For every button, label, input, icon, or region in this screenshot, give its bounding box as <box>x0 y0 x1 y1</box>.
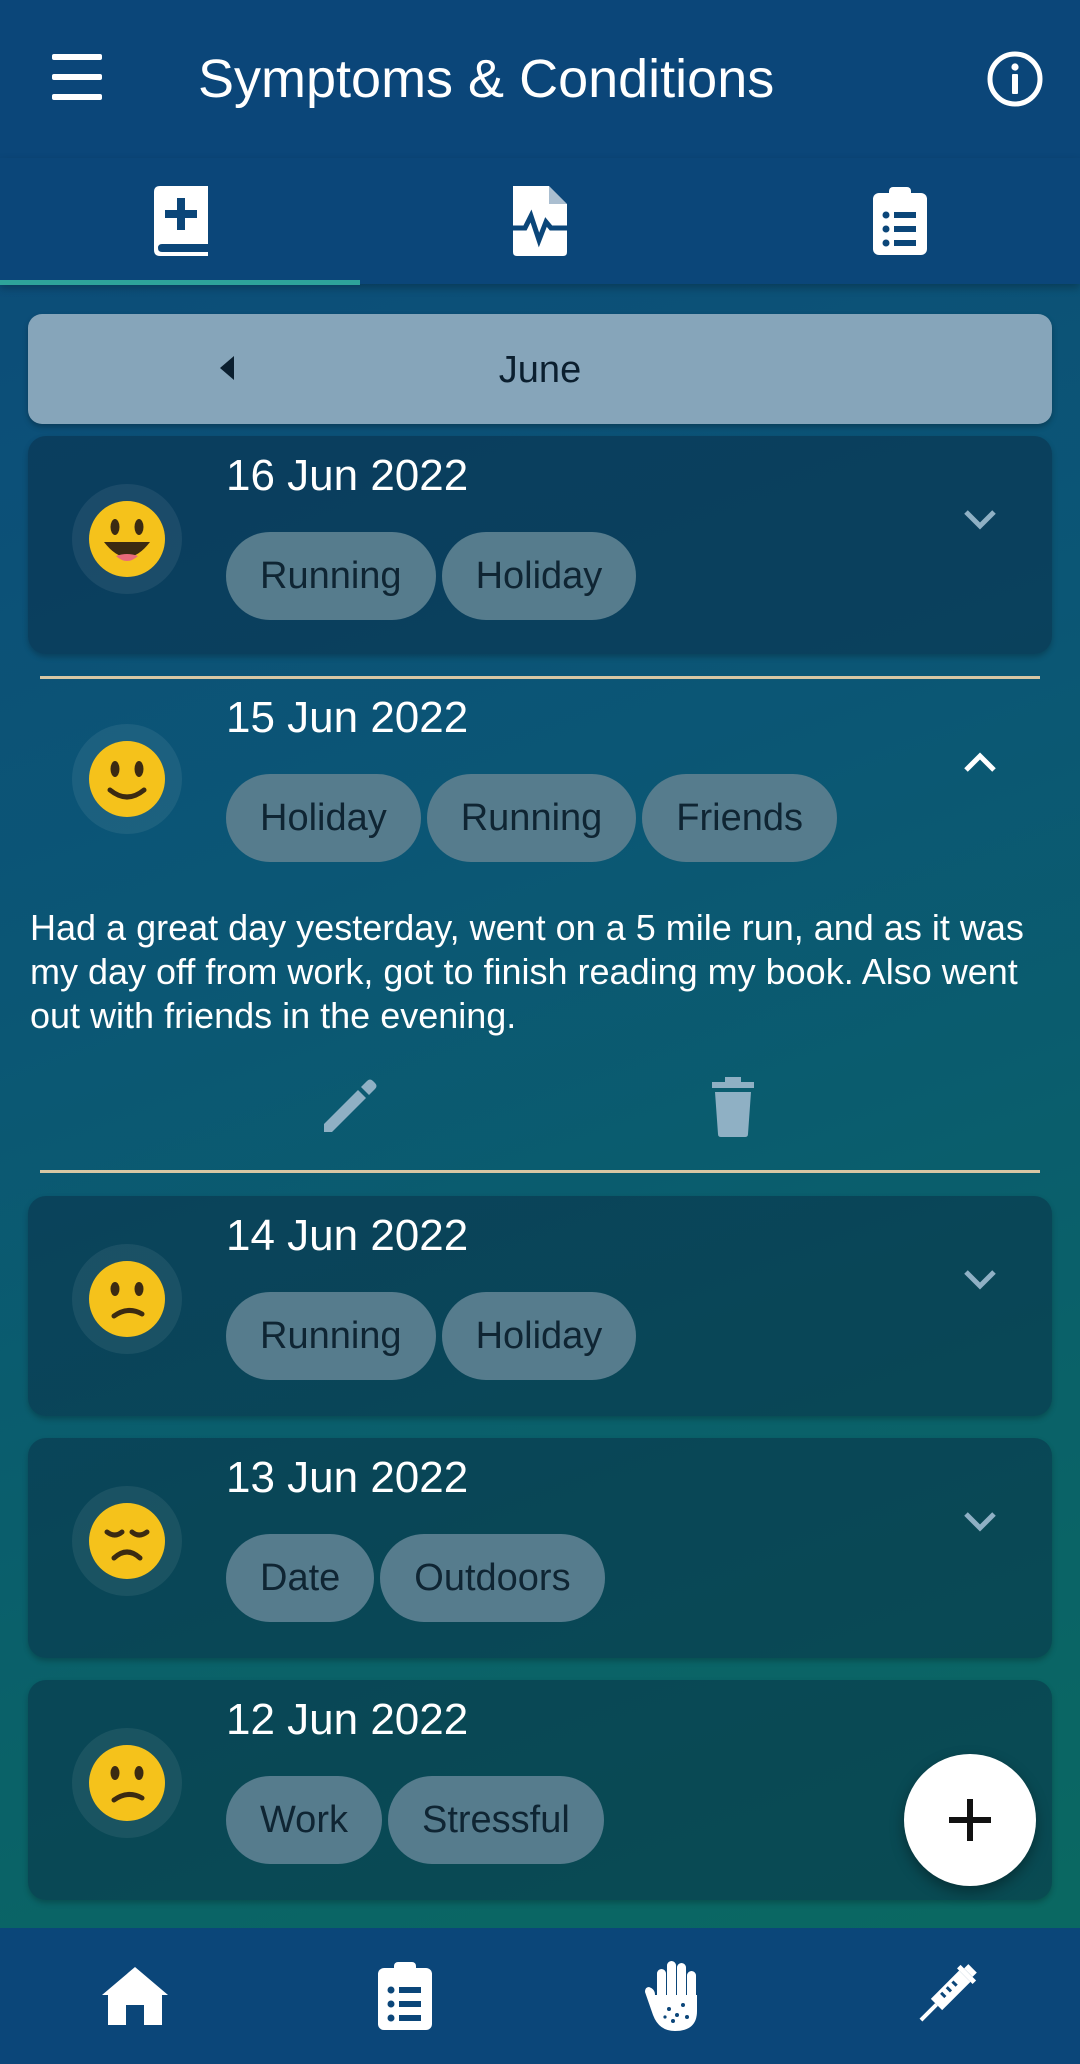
very-happy-face-icon <box>72 484 182 594</box>
chevron-up-icon[interactable] <box>952 734 1008 790</box>
chevron-down-icon[interactable] <box>952 1494 1008 1550</box>
tag-chip[interactable]: Work <box>226 1776 382 1864</box>
entry-card[interactable]: 12 Jun 2022 Work Stressful <box>28 1680 1052 1900</box>
tag-chip[interactable]: Running <box>226 1292 436 1380</box>
tag-chip[interactable]: Holiday <box>441 1292 637 1380</box>
divider <box>40 1170 1040 1173</box>
entry-date: 13 Jun 2022 <box>226 1453 469 1502</box>
happy-face-icon <box>72 724 182 834</box>
nav-skin[interactable] <box>540 1928 810 2064</box>
tag-chip[interactable]: Running <box>226 532 436 620</box>
clipboard-list-icon <box>378 1962 432 2030</box>
tag-chip[interactable]: Holiday <box>441 532 637 620</box>
entry-date: 15 Jun 2022 <box>226 693 469 742</box>
pencil-icon <box>324 1079 377 1132</box>
nav-medication[interactable] <box>810 1928 1080 2064</box>
entry-date: 14 Jun 2022 <box>226 1211 469 1260</box>
delete-button[interactable] <box>698 1072 768 1142</box>
app-bar: Symptoms & Conditions <box>0 0 1080 158</box>
bottom-navigation <box>0 1928 1080 2064</box>
tag-chip[interactable]: Running <box>426 774 637 862</box>
confused-face-icon <box>72 1728 182 1838</box>
trash-icon <box>712 1077 754 1137</box>
tab-checklist[interactable] <box>720 158 1080 284</box>
tag-chip[interactable]: Date <box>226 1534 375 1622</box>
tab-journal[interactable] <box>0 158 360 284</box>
syringe-icon <box>919 1964 977 2022</box>
entry-card[interactable]: 13 Jun 2022 Date Outdoors <box>28 1438 1052 1658</box>
tab-bar <box>0 158 1080 284</box>
tab-medical-file[interactable] <box>360 158 720 284</box>
sad-face-icon <box>72 1486 182 1596</box>
entry-note: Had a great day yesterday, went on a 5 m… <box>30 907 1024 1036</box>
menu-icon[interactable] <box>44 48 110 108</box>
chevron-down-icon[interactable] <box>952 492 1008 548</box>
clipboard-list-icon <box>873 187 927 255</box>
tag-chip[interactable]: Holiday <box>226 774 421 862</box>
home-icon <box>102 1967 168 2025</box>
plus-icon <box>949 1799 991 1841</box>
entry-card[interactable]: 14 Jun 2022 Running Holiday <box>28 1196 1052 1416</box>
journal-add-icon <box>154 186 208 256</box>
page-title: Symptoms & Conditions <box>198 49 775 109</box>
hand-icon <box>645 1961 697 2031</box>
nav-home[interactable] <box>0 1928 270 2064</box>
month-selector: June <box>28 314 1052 424</box>
active-tab-indicator <box>0 280 360 285</box>
nav-checklist[interactable] <box>270 1928 540 2064</box>
month-label: June <box>498 349 582 391</box>
info-icon[interactable] <box>986 50 1044 108</box>
chevron-down-icon[interactable] <box>952 1252 1008 1308</box>
confused-face-icon <box>72 1244 182 1354</box>
edit-button[interactable] <box>314 1072 384 1142</box>
entry-date: 12 Jun 2022 <box>226 1695 469 1744</box>
add-entry-button[interactable] <box>904 1754 1036 1886</box>
medical-file-icon <box>509 186 571 256</box>
entry-date: 16 Jun 2022 <box>226 451 469 500</box>
tag-chip[interactable]: Outdoors <box>380 1534 605 1622</box>
entry-card[interactable]: 16 Jun 2022 Running Holiday <box>28 436 1052 654</box>
tag-chip[interactable]: Stressful <box>387 1776 604 1864</box>
tag-chip[interactable]: Friends <box>642 774 838 862</box>
